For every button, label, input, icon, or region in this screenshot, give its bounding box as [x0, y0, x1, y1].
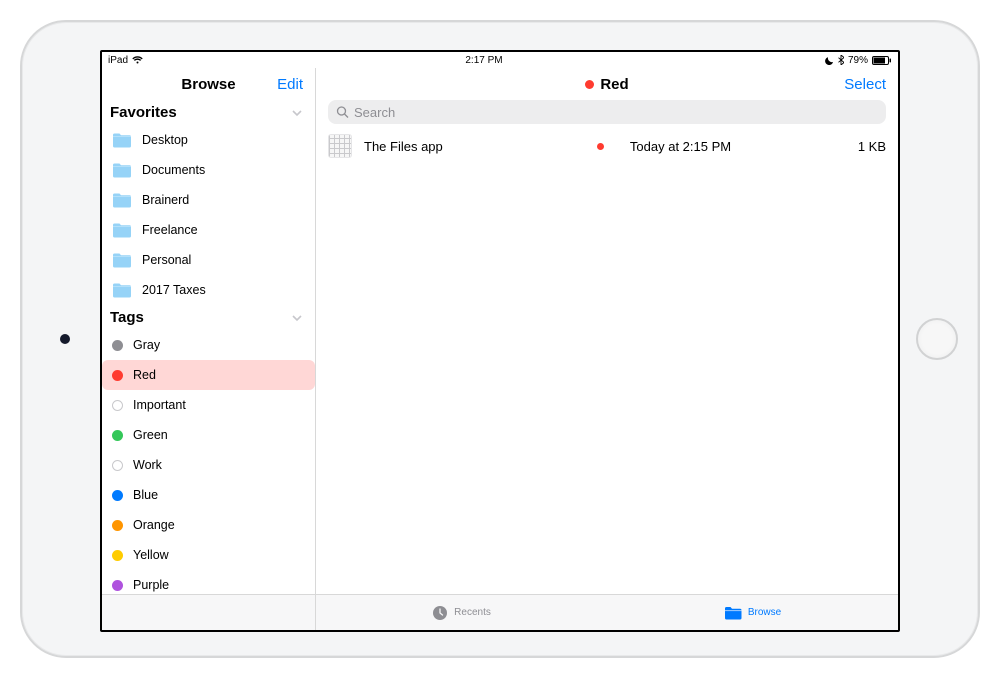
sidebar-item-label: Red [133, 368, 156, 382]
edit-button[interactable]: Edit [277, 76, 303, 93]
tag-dot-icon [112, 580, 123, 591]
detail-tag-dot [585, 80, 594, 89]
sidebar-item-label: Documents [142, 163, 205, 177]
file-name: The Files app [364, 139, 585, 154]
status-network: iPad [108, 55, 128, 66]
favorites-header[interactable]: Favorites [102, 100, 315, 125]
tags-header-label: Tags [110, 309, 144, 326]
status-bar: iPad 2:17 PM 79% [102, 52, 898, 68]
wifi-icon [132, 56, 143, 64]
folder-icon [724, 606, 742, 620]
clock-icon [432, 605, 448, 621]
sidebar-item-favorite[interactable]: Personal [102, 245, 315, 275]
sidebar-item-tag[interactable]: Yellow [102, 540, 315, 570]
ipad-home-button[interactable] [916, 318, 958, 360]
sidebar-item-label: Personal [142, 253, 191, 267]
folder-icon [112, 133, 132, 148]
sidebar-title: Browse [181, 76, 235, 93]
tag-dot-icon [112, 520, 123, 531]
tab-browse[interactable]: Browse [607, 595, 898, 630]
file-thumbnail [328, 134, 352, 158]
folder-icon [112, 163, 132, 178]
sidebar-item-tag[interactable]: Orange [102, 510, 315, 540]
tab-recents-label: Recents [454, 607, 491, 618]
folder-icon [112, 193, 132, 208]
moon-icon [825, 56, 834, 65]
ipad-frame: iPad 2:17 PM 79% [20, 20, 980, 658]
sidebar-list: Favorites Desktop Documents Brainerd Freela… [102, 100, 315, 594]
sidebar-item-tag[interactable]: Important [102, 390, 315, 420]
screen: iPad 2:17 PM 79% [100, 50, 900, 632]
sidebar-item-label: Purple [133, 578, 169, 592]
sidebar-item-favorite[interactable]: Documents [102, 155, 315, 185]
search-input[interactable] [328, 100, 886, 124]
sidebar-item-tag[interactable]: Blue [102, 480, 315, 510]
tab-bar: Recents Browse [102, 594, 898, 630]
sidebar-header: Browse Edit [102, 68, 315, 100]
tag-dot-icon [112, 400, 123, 411]
tag-dot-icon [112, 370, 123, 381]
status-battery-text: 79% [848, 55, 868, 66]
sidebar-item-label: Green [133, 428, 168, 442]
tag-dot-icon [112, 430, 123, 441]
chevron-down-icon [291, 312, 303, 324]
tab-recents[interactable]: Recents [316, 595, 607, 630]
search-icon [336, 106, 349, 119]
detail-header: Red Select [316, 68, 898, 100]
chevron-down-icon [291, 107, 303, 119]
sidebar-item-label: Desktop [142, 133, 188, 147]
sidebar-item-label: Freelance [142, 223, 198, 237]
sidebar-item-tag[interactable]: Purple [102, 570, 315, 594]
tags-header[interactable]: Tags [102, 305, 315, 330]
sidebar-item-label: Blue [133, 488, 158, 502]
battery-icon [872, 56, 892, 65]
file-date: Today at 2:15 PM [630, 139, 814, 154]
folder-icon [112, 223, 132, 238]
tag-dot-icon [112, 550, 123, 561]
sidebar-item-label: Important [133, 398, 186, 412]
sidebar-item-favorite[interactable]: Brainerd [102, 185, 315, 215]
file-size: 1 KB [826, 139, 886, 154]
file-row[interactable]: The Files app Today at 2:15 PM 1 KB [316, 128, 898, 164]
sidebar-item-tag[interactable]: Green [102, 420, 315, 450]
sidebar-item-label: Yellow [133, 548, 169, 562]
tag-dot-icon [112, 340, 123, 351]
favorites-header-label: Favorites [110, 104, 177, 121]
sidebar-item-tag[interactable]: Work [102, 450, 315, 480]
select-button[interactable]: Select [844, 76, 886, 93]
sidebar-item-favorite[interactable]: Freelance [102, 215, 315, 245]
sidebar-item-favorite[interactable]: Desktop [102, 125, 315, 155]
folder-icon [112, 283, 132, 298]
file-tag-dot [597, 143, 604, 150]
status-time: 2:17 PM [143, 55, 825, 66]
tag-dot-icon [112, 460, 123, 471]
tag-dot-icon [112, 490, 123, 501]
detail-pane: Red Select The Files app Today at 2:15 PM… [316, 68, 898, 594]
tab-browse-label: Browse [748, 607, 781, 618]
sidebar-item-tag[interactable]: Red [102, 360, 315, 390]
sidebar-item-favorite[interactable]: 2017 Taxes [102, 275, 315, 305]
ipad-camera [60, 334, 70, 344]
sidebar-item-label: Brainerd [142, 193, 189, 207]
bluetooth-icon [838, 55, 844, 65]
sidebar: Browse Edit Favorites Desktop Documents Br… [102, 68, 316, 594]
sidebar-item-label: Orange [133, 518, 175, 532]
sidebar-item-label: Gray [133, 338, 160, 352]
folder-icon [112, 253, 132, 268]
sidebar-item-label: Work [133, 458, 162, 472]
detail-title: Red [600, 76, 628, 93]
sidebar-item-tag[interactable]: Gray [102, 330, 315, 360]
sidebar-item-label: 2017 Taxes [142, 283, 206, 297]
